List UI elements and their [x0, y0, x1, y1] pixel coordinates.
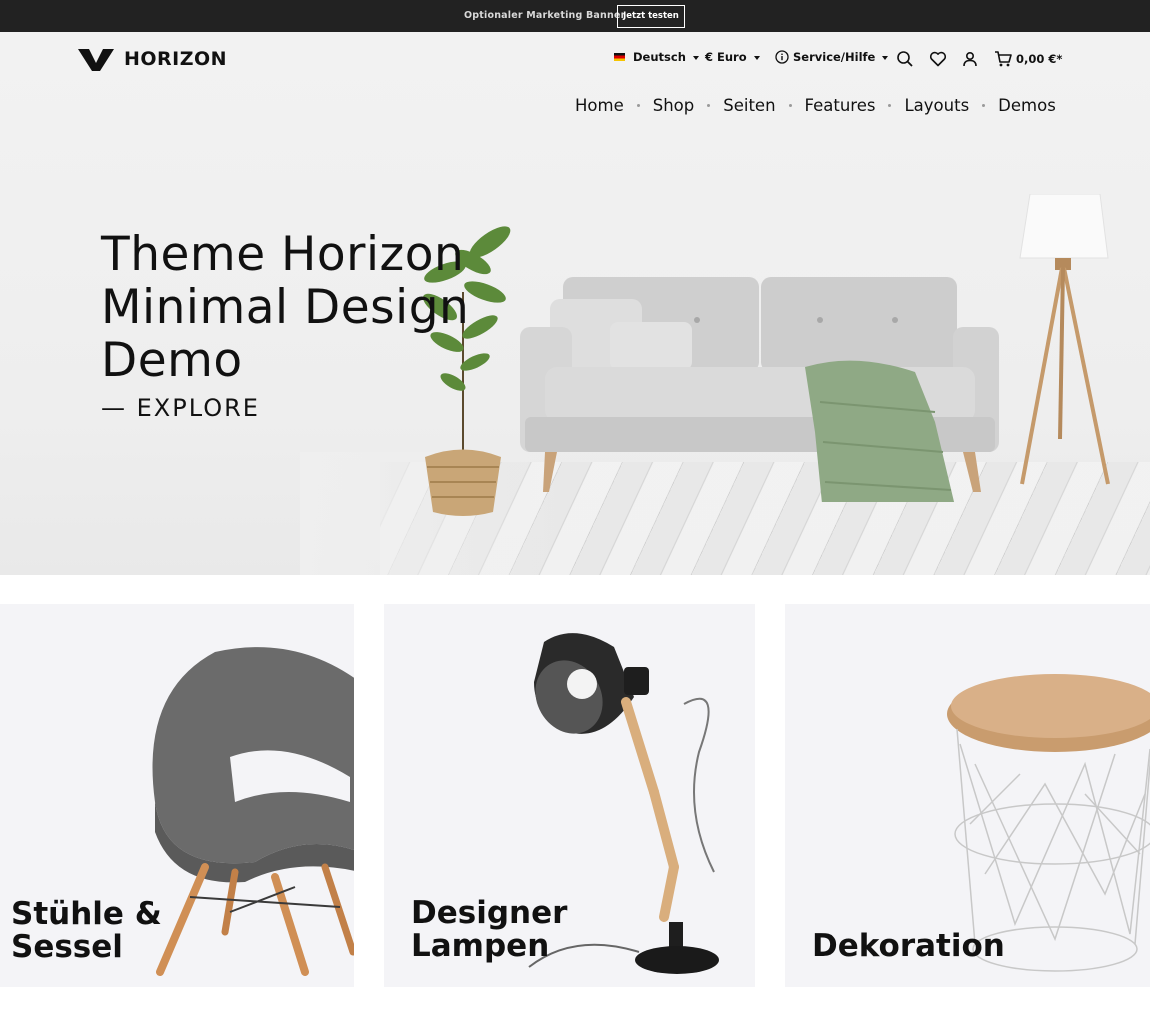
main-navigation: Home Shop Seiten Features Layouts Demos — [575, 96, 1056, 115]
chair-illustration — [152, 647, 354, 976]
sofa-illustration — [520, 277, 999, 502]
heart-icon[interactable] — [929, 50, 947, 68]
category-title-line-1: Stühle & — [11, 896, 162, 932]
hero-title-line-2: Minimal Design — [101, 280, 470, 335]
category-title-line-2: Lampen — [411, 928, 550, 964]
service-label: Service/Hilfe — [793, 50, 876, 64]
nav-separator — [707, 104, 711, 107]
try-now-button[interactable]: Jetzt testen — [617, 5, 685, 28]
nav-item-features[interactable]: Features — [805, 96, 876, 115]
brand-name: HORIZON — [124, 48, 228, 70]
info-icon — [775, 50, 789, 64]
category-tile-chairs[interactable]: Stühle & Sessel — [0, 604, 354, 987]
explore-link[interactable]: — EXPLORE — [101, 394, 260, 422]
chevron-down-icon — [882, 55, 889, 60]
nav-separator — [888, 104, 892, 107]
hero-title: Theme Horizon Minimal Design Demo — [101, 228, 469, 387]
nav-separator — [982, 104, 986, 107]
nav-item-home[interactable]: Home — [575, 96, 624, 115]
nav-item-shop[interactable]: Shop — [653, 96, 695, 115]
nav-item-seiten[interactable]: Seiten — [723, 96, 775, 115]
nav-item-demos[interactable]: Demos — [998, 96, 1056, 115]
cart-icon — [995, 51, 1012, 67]
search-icon[interactable] — [896, 50, 914, 68]
category-title-line-1: Designer — [411, 895, 568, 931]
hero-title-line-1: Theme Horizon — [101, 227, 465, 282]
category-tile-lamps[interactable]: Designer Lampen — [384, 604, 755, 987]
category-title-line-2: Sessel — [11, 929, 123, 965]
floor-lamp-illustration — [1019, 194, 1110, 485]
service-menu[interactable]: Service/Hilfe — [775, 50, 889, 64]
language-switcher[interactable]: Deutsch — [614, 50, 699, 64]
chevron-down-icon — [753, 55, 760, 60]
marketing-banner: Optionaler Marketing Banner Jetzt testen — [0, 0, 1150, 32]
hero-title-line-3: Demo — [101, 333, 243, 388]
cart-button[interactable]: 0,00 €* — [994, 50, 1062, 68]
cart-total: 0,00 €* — [1016, 52, 1063, 66]
marketing-banner-text: Optionaler Marketing Banner — [464, 10, 626, 21]
nav-separator — [636, 104, 640, 107]
brand-logo[interactable]: HORIZON — [78, 47, 227, 71]
currency-switcher[interactable]: € Euro — [705, 50, 760, 64]
user-icon[interactable] — [961, 50, 979, 68]
category-title-line-1 — [812, 897, 1005, 930]
category-title-chairs: Stühle & Sessel — [11, 898, 162, 964]
flag-de-icon — [614, 53, 625, 61]
chevron-down-icon — [692, 55, 699, 60]
currency-label: € Euro — [705, 50, 747, 64]
category-title-lamps: Designer Lampen — [411, 897, 567, 963]
category-title-line-2: Dekoration — [812, 928, 1005, 964]
logo-v-icon — [78, 49, 114, 71]
nav-item-layouts[interactable]: Layouts — [904, 96, 969, 115]
category-title-decoration: Dekoration — [812, 897, 1005, 963]
language-label: Deutsch — [633, 50, 686, 64]
nav-separator — [788, 104, 792, 107]
category-tile-decoration[interactable]: Dekoration — [785, 604, 1150, 987]
